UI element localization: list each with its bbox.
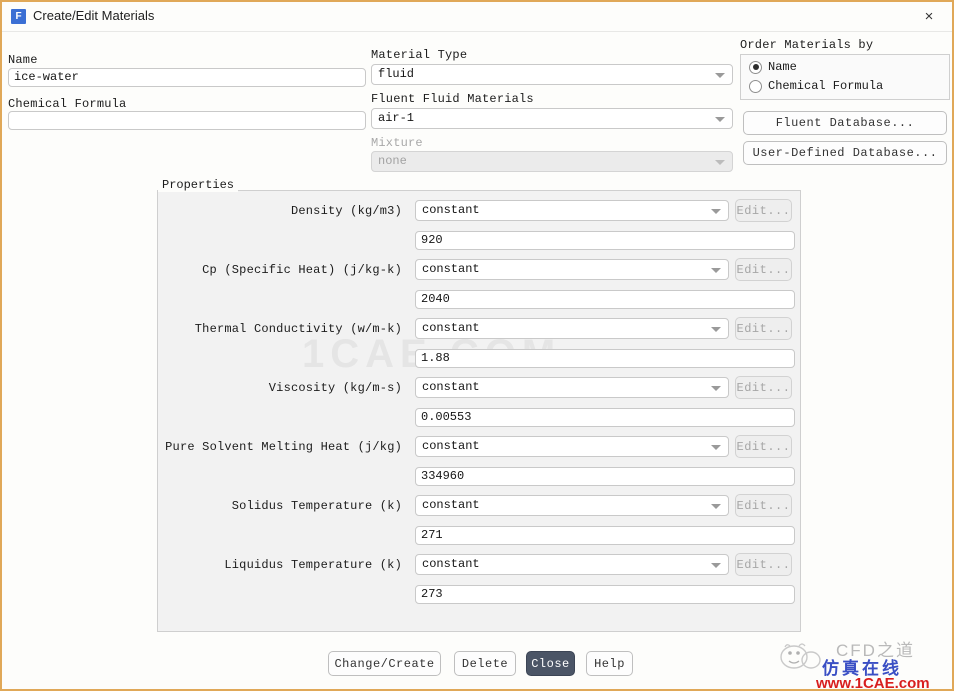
chevron-down-icon xyxy=(715,117,725,122)
cfd-logo-icon xyxy=(780,643,821,669)
create-edit-materials-dialog: F Create/Edit Materials × Name ice-water… xyxy=(0,0,954,692)
property-method-select-3[interactable]: constant xyxy=(415,377,729,398)
mixture-value: none xyxy=(378,154,407,168)
chevron-down-icon xyxy=(711,386,721,391)
property-method-select-5[interactable]: constant xyxy=(415,495,729,516)
radio-indicator xyxy=(749,60,762,74)
chevron-down-icon xyxy=(711,327,721,332)
property-method-value-0: constant xyxy=(422,203,480,217)
property-method-select-6[interactable]: constant xyxy=(415,554,729,575)
chemical-formula-label: Chemical Formula xyxy=(8,97,127,111)
chevron-down-icon xyxy=(711,209,721,214)
window-title: Create/Edit Materials xyxy=(33,8,155,23)
property-label-3: Viscosity (kg/m-s) xyxy=(268,381,402,395)
property-value-input-1[interactable]: 2040 xyxy=(415,290,795,309)
property-value-input-3[interactable]: 0.00553 xyxy=(415,408,795,427)
property-label-5: Solidus Temperature (k) xyxy=(231,499,402,513)
property-edit-button-6: Edit... xyxy=(735,553,792,576)
order-materials-by-group: Name Chemical Formula xyxy=(740,54,950,100)
chevron-down-icon xyxy=(715,160,725,165)
radio-order-by-name-label: Name xyxy=(768,60,797,74)
change-create-button[interactable]: Change/Create xyxy=(328,651,441,676)
fluent-fluid-materials-select[interactable]: air-1 xyxy=(371,108,733,129)
property-value-input-0[interactable]: 920 xyxy=(415,231,795,250)
property-label-2: Thermal Conductivity (w/m-k) xyxy=(194,322,402,336)
watermark-url: www.1CAE.com xyxy=(816,675,930,692)
property-value-input-4[interactable]: 334960 xyxy=(415,467,795,486)
fluent-fluid-materials-value: air-1 xyxy=(378,111,415,125)
property-method-select-1[interactable]: constant xyxy=(415,259,729,280)
delete-button[interactable]: Delete xyxy=(454,651,516,676)
property-edit-button-3: Edit... xyxy=(735,376,792,399)
property-method-value-1: constant xyxy=(422,262,480,276)
property-label-4: Pure Solvent Melting Heat (j/kg) xyxy=(165,440,402,454)
property-method-value-3: constant xyxy=(422,380,480,394)
property-edit-button-2: Edit... xyxy=(735,317,792,340)
name-input[interactable]: ice-water xyxy=(8,68,366,87)
radio-order-by-chemical-formula-label: Chemical Formula xyxy=(768,79,884,93)
property-value-input-5[interactable]: 271 xyxy=(415,526,795,545)
watermark-bottom-right: CFD之道 仿真在线 www.1CAE.com xyxy=(778,634,954,692)
close-button[interactable]: Close xyxy=(526,651,575,676)
property-method-value-4: constant xyxy=(422,439,480,453)
chemical-formula-input[interactable] xyxy=(8,111,366,130)
watermark-sub-cn: 仿真在线 xyxy=(822,659,902,678)
property-label-0: Density (kg/m3) xyxy=(290,204,402,218)
user-defined-database-button[interactable]: User-Defined Database... xyxy=(743,141,947,165)
property-value-input-6[interactable]: 273 xyxy=(415,585,795,604)
property-method-value-2: constant xyxy=(422,321,480,335)
chevron-down-icon xyxy=(711,504,721,509)
fluent-icon: F xyxy=(11,9,26,24)
property-method-select-4[interactable]: constant xyxy=(415,436,729,457)
title-bar: F Create/Edit Materials × xyxy=(2,2,952,32)
chevron-down-icon xyxy=(711,445,721,450)
name-label: Name xyxy=(8,53,38,67)
property-method-select-0[interactable]: constant xyxy=(415,200,729,221)
radio-order-by-chemical-formula[interactable]: Chemical Formula xyxy=(749,79,883,93)
close-icon[interactable]: × xyxy=(916,6,942,28)
property-method-value-6: constant xyxy=(422,557,480,571)
property-value-input-2[interactable]: 1.88 xyxy=(415,349,795,368)
radio-indicator xyxy=(749,79,762,93)
mixture-label: Mixture xyxy=(371,136,423,150)
mixture-select: none xyxy=(371,151,733,172)
property-edit-button-4: Edit... xyxy=(735,435,792,458)
properties-label: Properties xyxy=(158,178,239,192)
material-type-value: fluid xyxy=(378,67,415,81)
property-label-6: Liquidus Temperature (k) xyxy=(224,558,402,572)
help-button[interactable]: Help xyxy=(586,651,633,676)
chevron-down-icon xyxy=(711,563,721,568)
property-method-select-2[interactable]: constant xyxy=(415,318,729,339)
watermark-brand-cn: CFD之道 xyxy=(836,641,915,660)
chevron-down-icon xyxy=(715,73,725,78)
property-edit-button-0: Edit... xyxy=(735,199,792,222)
property-edit-button-5: Edit... xyxy=(735,494,792,517)
order-materials-by-label: Order Materials by xyxy=(740,38,874,52)
fluent-fluid-materials-label: Fluent Fluid Materials xyxy=(371,92,534,106)
property-method-value-5: constant xyxy=(422,498,480,512)
material-type-label: Material Type xyxy=(371,48,468,62)
material-type-select[interactable]: fluid xyxy=(371,64,733,85)
chevron-down-icon xyxy=(711,268,721,273)
radio-order-by-name[interactable]: Name xyxy=(749,60,797,74)
fluent-database-button[interactable]: Fluent Database... xyxy=(743,111,947,135)
property-label-1: Cp (Specific Heat) (j/kg-k) xyxy=(202,263,402,277)
property-edit-button-1: Edit... xyxy=(735,258,792,281)
